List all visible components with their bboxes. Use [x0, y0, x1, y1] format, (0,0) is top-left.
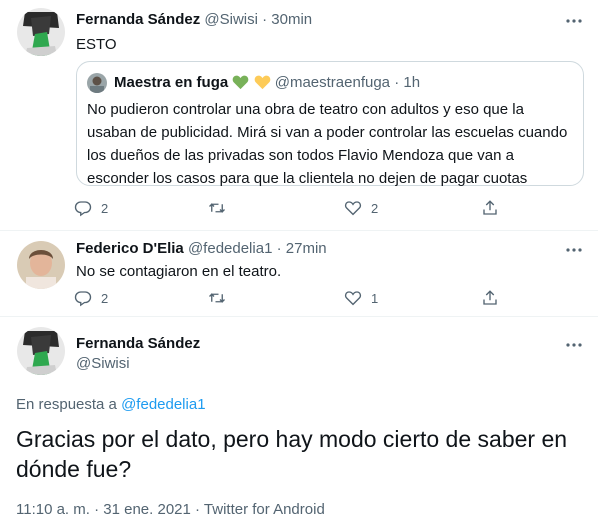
share-icon: [483, 200, 497, 215]
quote-author-name: Maestra en fuga: [114, 74, 229, 91]
author-handle[interactable]: @fededelia1: [188, 240, 272, 257]
like-icon: [344, 291, 362, 306]
quoted-tweet[interactable]: Maestra en fuga @maestraenfuga · 1h No p…: [76, 61, 584, 187]
reply-icon: [74, 201, 92, 217]
like-button[interactable]: 1: [344, 288, 378, 308]
quote-time: 1h: [403, 74, 421, 91]
tweet-fernanda-esto[interactable]: Fernanda Sández @Siwisi · 30min ESTO Mae…: [0, 0, 598, 230]
reply-prefix: En respuesta a: [16, 396, 117, 413]
author-name[interactable]: Federico D'Elia: [76, 240, 184, 257]
author-name[interactable]: Fernanda Sández: [76, 11, 200, 28]
quote-author-handle: @maestraenfuga: [274, 74, 391, 91]
like-count: 2: [371, 200, 379, 216]
tweet-text: ESTO: [76, 36, 117, 53]
avatar-fernanda[interactable]: [17, 8, 65, 56]
author-name[interactable]: Fernanda Sández: [76, 334, 200, 354]
share-icon: [483, 290, 497, 305]
separator-dot: ·: [262, 11, 268, 28]
tweet-timestamp[interactable]: 11:10 a. m. · 31 ene. 2021 · Twitter for…: [16, 500, 325, 515]
tweet-time[interactable]: 27min: [286, 240, 327, 257]
retweet-icon: [209, 203, 225, 213]
retweet-button[interactable]: [208, 288, 226, 308]
avatar-fernanda[interactable]: [17, 327, 65, 375]
more-icon[interactable]: [564, 11, 584, 31]
reply-count: 2: [101, 290, 109, 306]
avatar-federico[interactable]: [17, 241, 65, 289]
tweet-text: No se contagiaron en el teatro.: [76, 263, 282, 280]
reply-to-handle[interactable]: @fededelia1: [121, 396, 205, 413]
quote-text: No pudieron controlar una obra de teatro…: [87, 101, 568, 187]
retweet-button[interactable]: [208, 198, 226, 218]
more-icon[interactable]: [564, 240, 584, 260]
like-count: 1: [371, 290, 379, 306]
tweet-actions: 2 2: [74, 198, 504, 218]
tweet-time[interactable]: 30min: [271, 11, 312, 28]
quote-header: Maestra en fuga @maestraenfuga · 1h: [114, 73, 420, 96]
tweet-header: Fernanda Sández @Siwisi · 30min: [76, 10, 312, 30]
share-button[interactable]: [481, 288, 499, 308]
author-handle[interactable]: @Siwisi: [76, 354, 130, 374]
avatar-maestra: [87, 73, 107, 93]
retweet-icon: [209, 293, 225, 303]
reply-button[interactable]: 2: [74, 198, 108, 218]
green-heart-icon: [232, 74, 249, 96]
yellow-heart-icon: [254, 74, 271, 96]
like-button[interactable]: 2: [344, 198, 378, 218]
focused-tweet: Fernanda Sández @Siwisi: [0, 317, 598, 515]
tweet-federico[interactable]: Federico D'Elia @fededelia1 · 27min No s…: [0, 231, 598, 316]
separator-dot: ·: [394, 74, 400, 91]
tweet-header: Federico D'Elia @fededelia1 · 27min: [76, 239, 327, 259]
tweet-actions: 2 1: [74, 288, 504, 308]
reply-button[interactable]: 2: [74, 288, 108, 308]
focused-tweet-text: Gracias por el dato, pero hay modo ciert…: [16, 426, 568, 482]
more-icon[interactable]: [564, 335, 584, 355]
author-handle[interactable]: @Siwisi: [204, 11, 258, 28]
share-button[interactable]: [481, 198, 499, 218]
reply-icon: [74, 291, 92, 307]
reply-count: 2: [101, 200, 109, 216]
like-icon: [344, 201, 362, 216]
separator-dot: ·: [276, 240, 282, 257]
reply-context: En respuesta a @fededelia1: [16, 395, 206, 415]
